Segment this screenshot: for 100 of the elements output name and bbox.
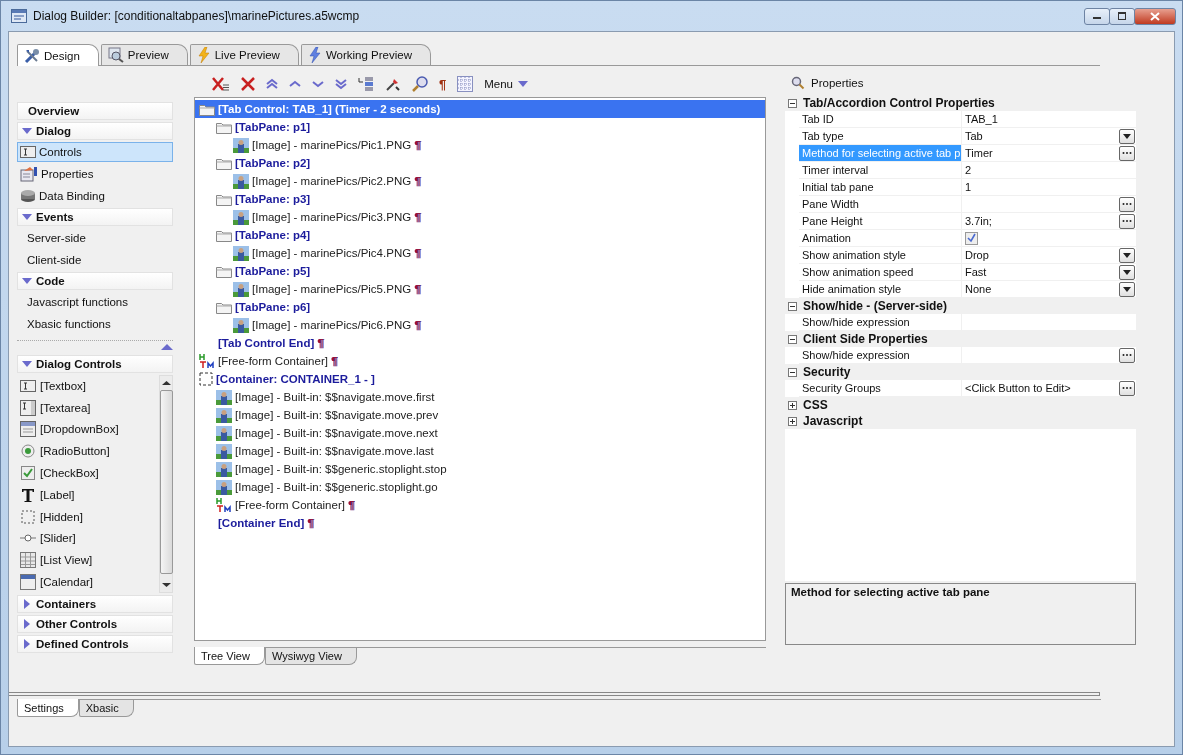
collapse-icon[interactable] [161,343,173,351]
value-field[interactable]: 2 [962,162,1136,178]
grid-icon[interactable] [457,76,474,92]
tab[interactable]: Working Preview [300,44,431,65]
ellipsis-button[interactable] [1119,347,1135,363]
ellipsis-button[interactable] [1119,213,1135,229]
value-field[interactable]: Fast [962,264,1136,280]
tree-node[interactable]: [Image] - Built-in: $$navigate.move.last [195,442,765,460]
tree-node[interactable]: [Free-form Container] ¶ [195,352,765,370]
property-label[interactable]: Initial tab pane [799,179,961,195]
tree-node[interactable]: [Image] - Built-in: $$navigate.move.next [195,424,765,442]
magnifier-icon[interactable] [412,76,428,92]
tree-node[interactable]: [Container: CONTAINER_1 - ] [195,370,765,388]
property-label[interactable]: Show/hide expression [799,314,961,330]
maximize-button[interactable] [1109,7,1135,25]
expander-icon[interactable] [788,301,797,311]
tree-node[interactable]: [TabPane: p4] [195,226,765,244]
sidebar-item[interactable]: Javascript functions [17,292,173,312]
eyedropper-icon[interactable] [385,76,401,92]
palette-item[interactable]: [Textbox] [17,375,159,397]
move-down-icon[interactable] [312,78,324,90]
expander-icon[interactable] [788,367,797,377]
sidebar-item[interactable]: Xbasic functions [17,314,173,334]
section-header[interactable]: Defined Controls [17,635,173,653]
close-button[interactable] [1134,7,1176,25]
property-label[interactable]: Timer interval [799,162,961,178]
property-label[interactable]: Pane Height [799,213,961,229]
value-field[interactable]: 3.7in; [962,213,1136,229]
checkbox[interactable] [965,231,978,245]
property-label[interactable]: Show/hide expression [799,347,961,363]
tree-node[interactable]: [Image] - marinePics/Pic4.PNG ¶ [195,244,765,262]
tree-node[interactable]: [Image] - marinePics/Pic1.PNG ¶ [195,136,765,154]
sidebar-item[interactable]: Data Binding [17,186,173,206]
tree-node[interactable]: [Container End] ¶ [195,514,765,532]
section-header[interactable]: Containers [17,595,173,613]
value-field[interactable] [962,196,1136,212]
tab[interactable]: Xbasic [78,700,134,717]
sidebar-item[interactable]: Controls [17,142,173,162]
tab[interactable]: Wysiwyg View [264,648,357,665]
show-marks-button[interactable]: ¶ [439,76,447,92]
sidebar-item[interactable]: Properties [17,164,173,184]
value-field[interactable] [962,347,1136,363]
tree-node[interactable]: [Free-form Container] ¶ [195,496,765,514]
expander-icon[interactable] [788,334,797,344]
property-label[interactable]: Show animation speed [799,264,961,280]
value-field[interactable]: None [962,281,1136,297]
tree-node[interactable]: [TabPane: p5] [195,262,765,280]
palette-item[interactable]: [Textarea] [17,396,159,419]
tree-node[interactable]: [Image] - marinePics/Pic2.PNG ¶ [195,172,765,190]
section-header[interactable]: Events [17,208,173,226]
property-label[interactable]: Tab ID [799,111,961,127]
palette-item[interactable]: [CheckBox] [17,462,159,484]
tree-node[interactable]: [Image] - Built-in: $$navigate.move.prev [195,406,765,424]
expander-icon[interactable] [788,98,797,108]
value-field[interactable]: 1 [962,179,1136,195]
tree-node[interactable]: [Tab Control: TAB_1] (Timer - 2 seconds) [195,100,765,118]
palette-item[interactable]: [Calendar] [17,571,159,593]
palette-item[interactable]: [Label] [17,484,159,506]
section-header[interactable]: Overview [17,102,173,120]
section-header[interactable]: Code [17,272,173,290]
tree-node[interactable]: [TabPane: p3] [195,190,765,208]
palette-item[interactable]: [List View] [17,549,159,572]
tree-node[interactable]: [Image] - marinePics/Pic6.PNG ¶ [195,316,765,334]
value-field[interactable]: <Click Button to Edit> [962,380,1136,396]
property-label[interactable]: Animation [799,230,961,246]
tree-node[interactable]: [TabPane: p2] [195,154,765,172]
palette-item[interactable]: [RadioButton] [17,440,159,463]
tree-node[interactable]: [Image] - marinePics/Pic5.PNG ¶ [195,280,765,298]
tree-node[interactable]: [Image] - marinePics/Pic3.PNG ¶ [195,208,765,226]
tab[interactable]: Live Preview [189,44,299,65]
section-header[interactable]: Dialog Controls [17,355,173,373]
value-field[interactable]: Timer [962,145,1136,161]
tree-node[interactable]: [Tab Control End] ¶ [195,334,765,352]
sidebar-item[interactable]: Client-side [17,250,173,270]
property-label[interactable]: Hide animation style [799,281,961,297]
expander-icon[interactable] [788,400,797,410]
tree-node[interactable]: [Image] - Built-in: $$generic.stoplight.stop [195,460,765,478]
property-label[interactable]: Security Groups [799,380,961,396]
section-header[interactable]: Dialog [17,122,173,140]
tab[interactable]: Design [17,44,99,66]
ellipsis-button[interactable] [1119,380,1135,396]
menu-button[interactable]: Menu [484,78,528,90]
ellipsis-button[interactable] [1119,196,1135,212]
tab[interactable]: Preview [100,44,188,65]
move-up-icon[interactable] [289,78,301,90]
dropdown-button[interactable] [1119,247,1135,263]
tree-node[interactable]: [Image] - Built-in: $$navigate.move.first [195,388,765,406]
tab[interactable]: Tree View [194,647,265,665]
scroll-down-icon[interactable] [161,582,171,588]
tree-node[interactable]: [TabPane: p1] [195,118,765,136]
value-field[interactable]: TAB_1 [962,111,1136,127]
property-label[interactable]: Show animation style [799,247,961,263]
value-field[interactable]: Drop [962,247,1136,263]
palette-item[interactable]: [Slider] [17,527,159,550]
minimize-button[interactable] [1084,7,1110,25]
scrollbar[interactable] [159,375,173,593]
dropdown-button[interactable] [1119,281,1135,297]
delete-all-icon[interactable] [212,76,230,92]
tree-node[interactable]: [Image] - Built-in: $$generic.stoplight.go [195,478,765,496]
ellipsis-button[interactable] [1119,145,1135,161]
